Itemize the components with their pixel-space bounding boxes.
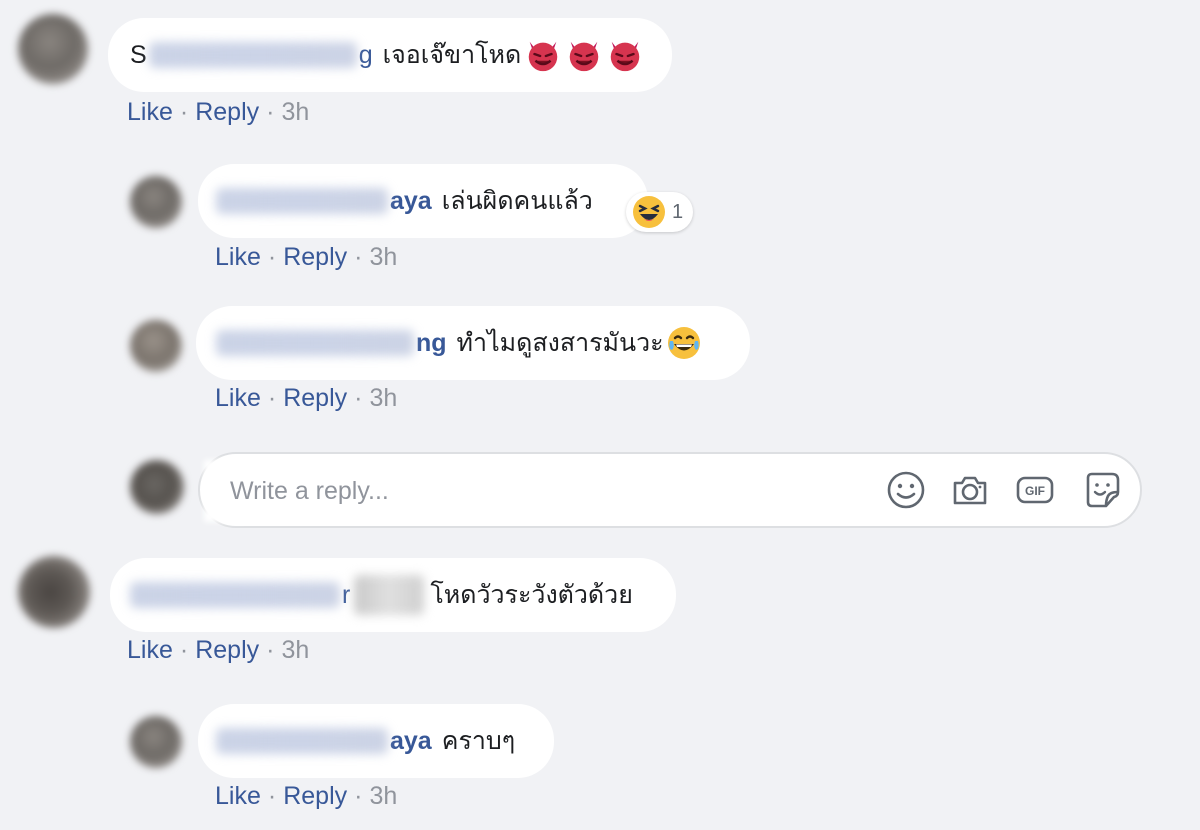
comment-text: ทำไมดูสงสารมันวะ [456,329,664,357]
comment-author-end[interactable]: r [342,581,350,610]
reply-link[interactable]: Reply [195,98,259,126]
comment-bubble: ng ทำไมดูสงสารมันวะ [196,306,750,380]
comment-actions: Like · Reply · 3h [127,98,310,126]
blurred-name [148,42,357,68]
timestamp[interactable]: 3h [281,636,309,664]
reaction-summary[interactable]: 1 [626,192,694,232]
blurred-name [216,330,414,356]
comment-text: เล่นผิดคนแล้ว [441,187,593,215]
reply-link[interactable]: Reply [283,384,347,412]
comment-actions: Like · Reply · 3h [215,782,398,810]
timestamp[interactable]: 3h [369,384,397,412]
comment-bubble: aya คราบๆ [198,704,554,778]
blurred-name [216,188,388,214]
tears-of-joy-emoji [667,327,700,359]
reply-link[interactable]: Reply [283,782,347,810]
comment-actions: Like · Reply · 3h [127,636,310,664]
blurred-tag [354,575,425,615]
reply-link[interactable]: Reply [283,243,347,271]
timestamp[interactable]: 3h [369,782,397,810]
comment-bubble: S g เจอเจ๊ขาโหด [108,18,672,92]
comment-author-end[interactable]: ng [416,329,447,358]
avatar[interactable] [130,320,182,372]
comment-text: โหดวัวระวังตัวด้วย [430,581,633,609]
like-link[interactable]: Like [127,98,173,126]
comment-bubble: aya เล่นผิดคนแล้ว [198,164,648,238]
timestamp[interactable]: 3h [369,243,397,271]
reaction-count: 1 [672,200,684,223]
blurred-name [216,728,388,754]
camera-icon[interactable] [950,470,990,510]
like-link[interactable]: Like [127,636,173,664]
haha-reaction-icon [633,196,665,228]
comment-author-end[interactable]: aya [390,187,432,216]
avatar[interactable] [130,176,182,228]
devil-face-emoji [529,41,558,72]
avatar[interactable] [130,716,182,768]
like-link[interactable]: Like [215,782,261,810]
comment-actions: Like · Reply · 3h [215,384,398,412]
blurred-name [130,582,340,608]
current-user-avatar [130,460,184,514]
emoji-icon[interactable] [886,470,926,510]
like-link[interactable]: Like [215,243,261,271]
like-link[interactable]: Like [215,384,261,412]
reply-input[interactable] [228,474,832,508]
comment-actions: Like · Reply · 3h [215,243,398,271]
comment-bubble: r โหดวัวระวังตัวด้วย [110,558,676,632]
avatar[interactable] [18,14,88,84]
svg-text:GIF: GIF [1025,484,1045,498]
reply-link[interactable]: Reply [195,636,259,664]
comment-text: เจอเจ๊ขาโหด [382,41,522,69]
comment-author[interactable]: S [130,41,147,70]
comment-author-end[interactable]: g [359,41,373,70]
comment-text: คราบๆ [441,727,516,755]
comment-author-end[interactable]: aya [390,727,432,756]
avatar[interactable] [18,556,90,628]
sticker-icon[interactable] [1082,470,1122,510]
timestamp[interactable]: 3h [281,98,309,126]
devil-face-emoji [611,41,640,72]
gif-icon[interactable]: GIF [1015,470,1055,510]
devil-face-emoji [570,41,599,72]
